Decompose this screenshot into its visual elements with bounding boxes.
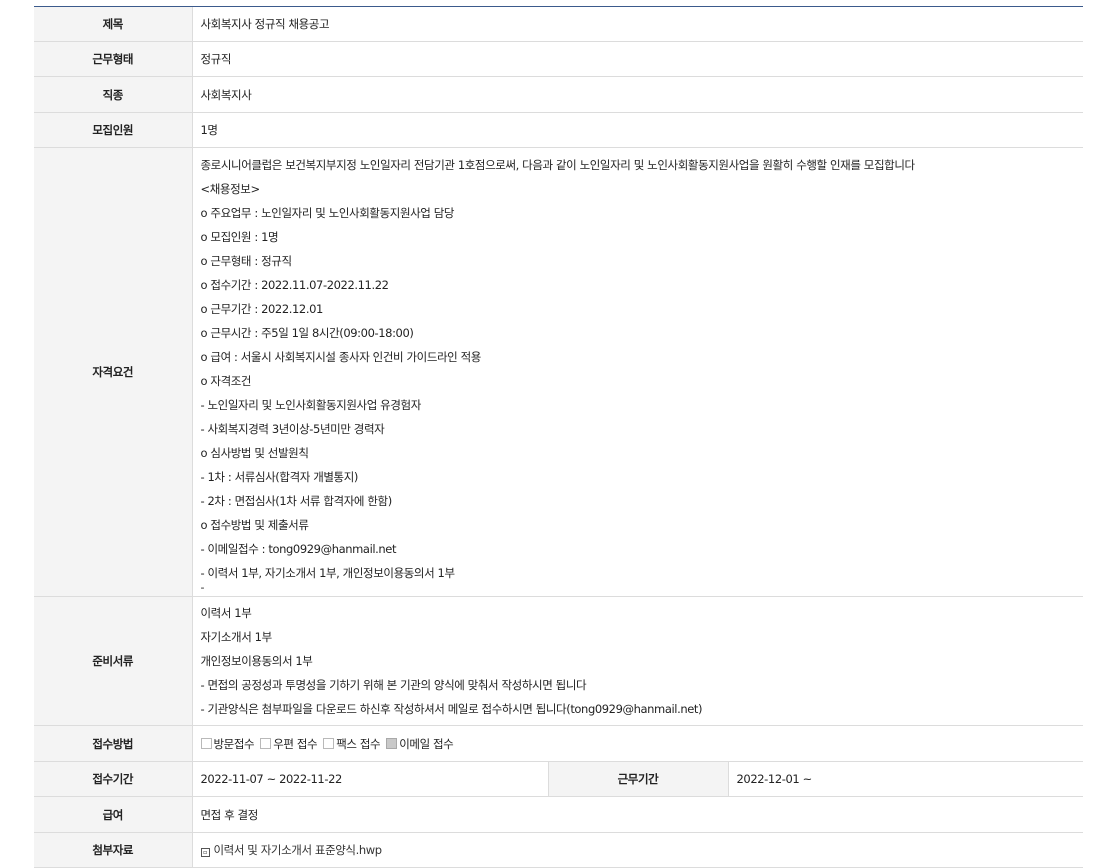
label-method: 접수방법 xyxy=(34,725,193,762)
qualification-line: - 사회복지경력 3년이상-5년미만 경력자 xyxy=(200,422,385,436)
label-period: 접수기간 xyxy=(34,761,193,797)
label-title: 제목 xyxy=(34,7,193,42)
label-job: 직종 xyxy=(34,76,193,113)
row-method: 접수방법 방문접수 우편 접수 팩스 접수 이메일 접수 xyxy=(34,725,1084,762)
value-qualifications: 종로시니어클럽은 보건복지부지정 노인일자리 전담기관 1호점으로써, 다음과 … xyxy=(192,147,1084,597)
label-qualifications: 자격요건 xyxy=(34,147,193,597)
method-options: 방문접수 우편 접수 팩스 접수 이메일 접수 xyxy=(200,736,460,751)
value-salary: 면접 후 결정 xyxy=(192,796,1084,833)
value-documents: 이력서 1부자기소개서 1부개인정보이용동의서 1부 - 면접의 공정성과 투명… xyxy=(192,596,1084,726)
row-attachment: 첨부자료 ▫ 이력서 및 자기소개서 표준양식.hwp xyxy=(34,832,1084,868)
value-method: 방문접수 우편 접수 팩스 접수 이메일 접수 xyxy=(192,725,1084,762)
qualification-line: o 근무형태 : 정규직 xyxy=(200,254,293,268)
qualification-line: o 주요업무 : 노인일자리 및 노인사회활동지원사업 담당 xyxy=(200,206,455,220)
qualification-line: o 접수방법 및 제출서류 xyxy=(200,518,309,532)
value-work-period: 2022-12-01 ~ xyxy=(728,761,1084,797)
row-salary: 급여 면접 후 결정 xyxy=(34,796,1084,833)
qualification-line: o 모집인원 : 1명 xyxy=(200,230,279,244)
label-documents: 준비서류 xyxy=(34,596,193,726)
qualification-line: o 근무시간 : 주5일 1일 8시간(09:00-18:00) xyxy=(200,326,414,340)
posting-table: 제목 사회복지사 정규직 채용공고 근무형태 정규직 직종 사회복지사 모집인원… xyxy=(34,7,1084,868)
checkbox-icon xyxy=(200,737,212,749)
method-option: 이메일 접수 xyxy=(386,736,454,751)
row-documents: 준비서류 이력서 1부자기소개서 1부개인정보이용동의서 1부 - 면접의 공정… xyxy=(34,596,1084,726)
value-period: 2022-11-07 ~ 2022-11-22 xyxy=(192,761,548,797)
qualification-line: <채용정보> xyxy=(200,182,261,196)
value-title: 사회복지사 정규직 채용공고 xyxy=(192,7,1084,42)
row-qualifications: 자격요건 종로시니어클럽은 보건복지부지정 노인일자리 전담기관 1호점으로써,… xyxy=(34,147,1084,597)
method-option: 팩스 접수 xyxy=(323,736,381,751)
document-line: 자기소개서 1부 xyxy=(200,630,273,644)
qualifications-lines: 종로시니어클럽은 보건복지부지정 노인일자리 전담기관 1호점으로써, 다음과 … xyxy=(201,153,1084,585)
document-line: 개인정보이용동의서 1부 xyxy=(200,654,313,668)
qualification-line: - 1차 : 서류심사(합격자 개별통지) xyxy=(200,470,359,484)
checked-checkbox-icon xyxy=(386,737,398,749)
value-job: 사회복지사 xyxy=(192,76,1084,113)
method-option-label: 팩스 접수 xyxy=(336,736,381,751)
document-line: 이력서 1부 xyxy=(200,606,252,620)
row-headcount: 모집인원 1명 xyxy=(34,112,1084,148)
row-title: 제목 사회복지사 정규직 채용공고 xyxy=(34,7,1084,42)
qualification-line: - 2차 : 면접심사(1차 서류 합격자에 한함) xyxy=(200,494,393,508)
qualification-line: o 접수기간 : 2022.11.07-2022.11.22 xyxy=(200,278,389,292)
method-option-label: 우편 접수 xyxy=(273,736,318,751)
job-posting-detail: 제목 사회복지사 정규직 채용공고 근무형태 정규직 직종 사회복지사 모집인원… xyxy=(34,6,1084,868)
qualification-line: o 자격조건 xyxy=(200,374,252,388)
value-attachment: ▫ 이력서 및 자기소개서 표준양식.hwp xyxy=(192,832,1084,868)
label-attachment: 첨부자료 xyxy=(34,832,193,868)
qualification-line: - 이메일접수 : tong0929@hanmail.net xyxy=(200,542,397,556)
document-line: - 기관양식은 첨부파일을 다운로드 하신후 작성하셔서 메일로 접수하시면 됩… xyxy=(200,702,703,716)
method-option: 방문접수 xyxy=(200,736,255,751)
checkbox-icon xyxy=(323,737,335,749)
label-salary: 급여 xyxy=(34,796,193,833)
file-icon: ▫ xyxy=(200,848,210,857)
value-work-type: 정규직 xyxy=(192,41,1084,77)
method-option-label: 방문접수 xyxy=(213,736,255,751)
qualification-line: - 이력서 1부, 자기소개서 1부, 개인정보이용동의서 1부 xyxy=(200,566,456,580)
checkbox-icon xyxy=(260,737,272,749)
qualification-line: o 심사방법 및 선발원칙 xyxy=(200,446,309,460)
documents-lines: 이력서 1부자기소개서 1부개인정보이용동의서 1부 - 면접의 공정성과 투명… xyxy=(201,601,1084,721)
row-period: 접수기간 2022-11-07 ~ 2022-11-22 근무기간 2022-1… xyxy=(34,761,1084,797)
qualification-line: o 근무기간 : 2022.12.01 xyxy=(200,302,324,316)
qualification-line: 종로시니어클럽은 보건복지부지정 노인일자리 전담기관 1호점으로써, 다음과 … xyxy=(200,158,916,172)
label-work-period: 근무기간 xyxy=(547,761,729,797)
label-headcount: 모집인원 xyxy=(34,112,193,148)
attachment-link[interactable]: 이력서 및 자기소개서 표준양식.hwp xyxy=(214,843,383,857)
label-work-type: 근무형태 xyxy=(34,41,193,77)
qualification-line: - 노인일자리 및 노인사회활동지원사업 유경험자 xyxy=(200,398,422,412)
document-line: - 면접의 공정성과 투명성을 기하기 위해 본 기관의 양식에 맞춰서 작성하… xyxy=(200,678,587,692)
qualifications-trailing: - xyxy=(201,585,1084,591)
row-work-type: 근무형태 정규직 xyxy=(34,41,1084,77)
qualification-line: o 급여 : 서울시 사회복지시설 종사자 인건비 가이드라인 적용 xyxy=(200,350,482,364)
method-option-label: 이메일 접수 xyxy=(399,736,454,751)
method-option: 우편 접수 xyxy=(260,736,318,751)
value-headcount: 1명 xyxy=(192,112,1084,148)
row-job: 직종 사회복지사 xyxy=(34,76,1084,113)
